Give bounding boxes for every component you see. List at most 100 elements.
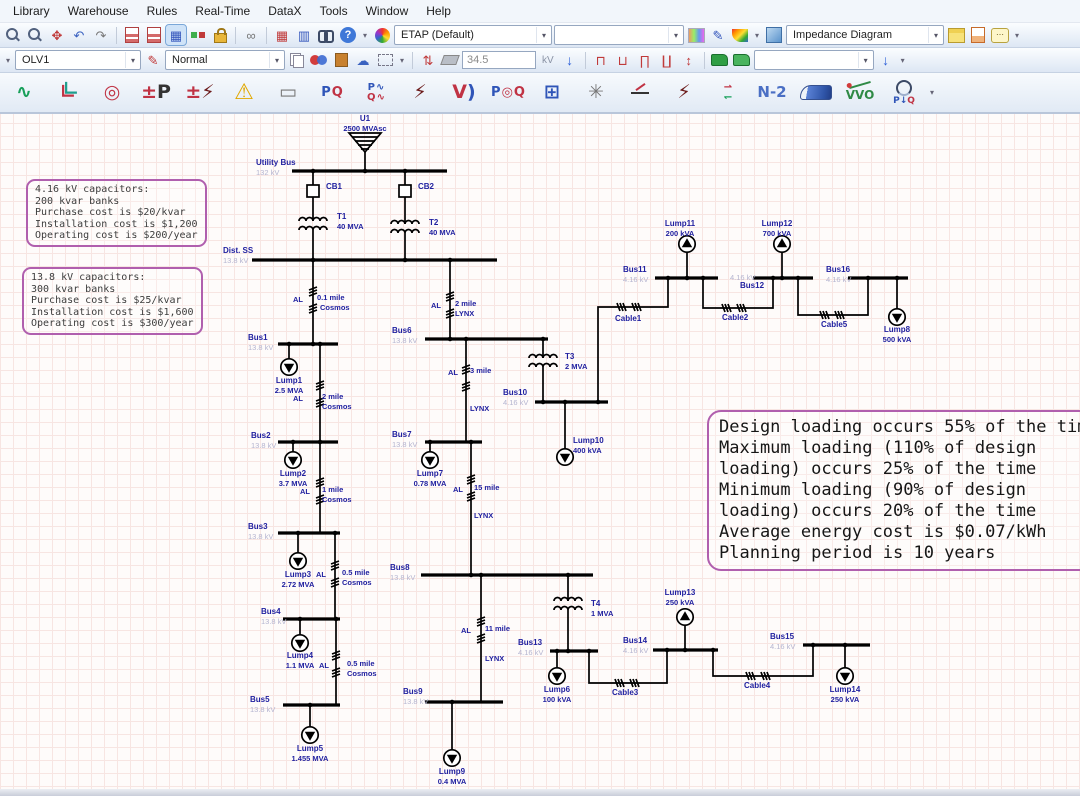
switching-transient-icon[interactable]: ⚡ (663, 76, 705, 110)
chevron-down-icon[interactable]: ▾ (125, 52, 140, 68)
presentation-cube-icon[interactable] (764, 25, 784, 45)
etap-rail-icon[interactable] (795, 76, 837, 110)
star-coordination-icon[interactable]: ∟ (47, 76, 89, 110)
voltage-stability-icon[interactable]: V) (443, 76, 485, 110)
report-manager-icon[interactable]: ▦ (272, 25, 292, 45)
lump10-symbol[interactable] (557, 449, 573, 465)
lump1-symbol[interactable] (281, 359, 297, 375)
optimal-power-flow-icon[interactable]: PQ (311, 76, 353, 110)
presentation-select[interactable]: Impedance Diagram ▾ (786, 25, 944, 45)
toolbar-grip-icon[interactable]: ▾ (3, 56, 13, 65)
menu-real-time[interactable]: Real-Time (186, 1, 259, 21)
toolbar-overflow-icon[interactable]: ▾ (927, 88, 937, 97)
gradient-icon[interactable] (686, 25, 706, 45)
pen-icon[interactable]: ✎ (143, 50, 163, 70)
utility-source-symbol[interactable] (349, 133, 381, 152)
select-region-icon[interactable] (375, 50, 395, 70)
eraser-icon[interactable] (440, 50, 460, 70)
unbalanced-load-flow-icon[interactable]: ✳ (575, 76, 617, 110)
library-book-icon[interactable] (710, 50, 730, 70)
theme-wheel-icon[interactable] (372, 25, 392, 45)
dc-load-flow-icon[interactable]: ▭ (267, 76, 309, 110)
apply-voltage-icon[interactable]: ↓ (560, 50, 580, 70)
datablock-icon[interactable] (946, 25, 966, 45)
library-book2-icon[interactable] (732, 50, 752, 70)
format-pen-icon[interactable]: ✎ (708, 25, 728, 45)
theme-select[interactable]: ETAP (Default) ▾ (394, 25, 552, 45)
pan-icon[interactable]: ✥ (47, 25, 67, 45)
arc-flash-icon[interactable]: ⚠ (223, 76, 265, 110)
dc-network-icon[interactable]: ⊞ (531, 76, 573, 110)
filter-select[interactable]: ▾ (554, 25, 684, 45)
switching-sequence-icon[interactable]: ⇀ ↽ (707, 76, 749, 110)
distribute-v-icon[interactable]: ∐ (657, 50, 677, 70)
lock-icon[interactable] (210, 25, 230, 45)
lump5-symbol[interactable] (302, 727, 318, 743)
toolbar-overflow-icon[interactable]: ▾ (1012, 31, 1022, 40)
swap-phase-icon[interactable]: ⇅ (418, 50, 438, 70)
help-icon[interactable]: ? (340, 27, 356, 43)
t2-symbol[interactable] (391, 221, 419, 234)
t1-symbol[interactable] (299, 218, 327, 231)
comment-icon[interactable]: ⋯ (990, 25, 1010, 45)
grid-display-icon[interactable]: ▦ (166, 25, 186, 45)
chevron-down-icon[interactable]: ▾ (858, 52, 873, 68)
chevron-down-icon[interactable]: ▾ (536, 27, 551, 43)
zoom-area-icon[interactable] (25, 25, 45, 45)
t3-symbol[interactable] (529, 355, 557, 368)
study-case-select[interactable]: ▾ (754, 50, 874, 70)
copy-pages-icon[interactable] (287, 50, 307, 70)
rainbow-icon[interactable] (730, 25, 750, 45)
menu-warehouse[interactable]: Warehouse (59, 1, 138, 21)
lump12-symbol[interactable] (774, 236, 790, 252)
reliability-icon[interactable]: P◎Q (487, 76, 529, 110)
revision-select[interactable]: Normal ▾ (165, 50, 285, 70)
lump8-symbol[interactable] (889, 309, 905, 325)
menu-datax[interactable]: DataX (259, 1, 310, 21)
lump2-symbol[interactable] (285, 452, 301, 468)
report-doc-icon[interactable] (968, 25, 988, 45)
motor-acceleration-icon[interactable]: ◎ (91, 76, 133, 110)
run-study-icon[interactable]: ↓ (876, 50, 896, 70)
time-domain-load-flow-icon[interactable]: P∿ Q∿ (355, 76, 397, 110)
toolbar-overflow-icon[interactable]: ▾ (898, 56, 908, 65)
menu-rules[interactable]: Rules (138, 1, 187, 21)
lump4-symbol[interactable] (292, 635, 308, 651)
align-top-icon[interactable]: ⊓ (591, 50, 611, 70)
chevron-down-icon[interactable]: ▾ (269, 52, 284, 68)
menu-tools[interactable]: Tools (311, 1, 357, 21)
load-flow-icon[interactable]: ∿ (3, 76, 45, 110)
lump6-symbol[interactable] (549, 668, 565, 684)
find-icon[interactable] (316, 25, 336, 45)
menu-window[interactable]: Window (357, 1, 418, 21)
schedule-icon[interactable] (188, 25, 208, 45)
resize-v-icon[interactable]: ↕ (679, 50, 699, 70)
lump11-symbol[interactable] (679, 236, 695, 252)
volt-var-optimization-icon[interactable]: VVO (839, 76, 881, 110)
toolbar-overflow-icon[interactable]: ▾ (360, 31, 370, 40)
lump7-symbol[interactable] (422, 452, 438, 468)
optimal-capacitor-placement-icon[interactable]: P↓Q (883, 76, 925, 110)
bottom-scrollbar[interactable] (0, 789, 1080, 796)
chevron-down-icon[interactable]: ▾ (668, 27, 683, 43)
distribute-h-icon[interactable]: ∏ (635, 50, 655, 70)
annotation-loading-profile[interactable]: Design loading occurs 55% of the time Ma… (707, 410, 1080, 571)
olv-select[interactable]: OLV1 ▾ (15, 50, 141, 70)
compare-icon[interactable] (309, 50, 329, 70)
short-circuit-icon[interactable]: ⚡ (399, 76, 441, 110)
annotation-138kv-capacitors[interactable]: 13.8 kV capacitors: 300 kvar banks Purch… (22, 267, 203, 335)
redo-icon[interactable]: ↷ (91, 25, 111, 45)
switching-device-icon[interactable] (619, 76, 661, 110)
library-box-icon[interactable] (331, 50, 351, 70)
lump9-symbol[interactable] (444, 750, 460, 766)
align-bottom-icon[interactable]: ⊔ (613, 50, 633, 70)
annotation-416kv-capacitors[interactable]: 4.16 kV capacitors: 200 kvar banks Purch… (26, 179, 207, 247)
result-analyzer-icon[interactable]: ▥ (294, 25, 314, 45)
menu-library[interactable]: Library (4, 1, 59, 21)
toolbar-overflow-icon[interactable]: ▾ (397, 56, 407, 65)
chevron-down-icon[interactable]: ▾ (928, 27, 943, 43)
menu-help[interactable]: Help (417, 1, 460, 21)
toolbar-overflow-icon[interactable]: ▾ (752, 31, 762, 40)
lump3-symbol[interactable] (290, 553, 306, 569)
harmonic-analysis-icon[interactable]: ±P (135, 76, 177, 110)
